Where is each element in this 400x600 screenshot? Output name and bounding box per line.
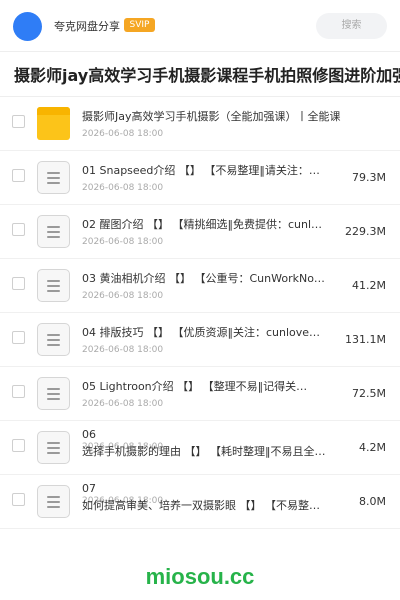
- file-row[interactable]: 05 Lightroon介绍 【】 【整理不易‖记得关… 2026-06-08 …: [0, 367, 400, 421]
- file-name-line-2: 如何提高审美、培养一双摄影眼 【】 【不易整理‖…: [82, 499, 327, 512]
- file-date: 2026-06-08 18:00: [82, 237, 164, 247]
- avatar[interactable]: [13, 12, 42, 41]
- file-name-line-2: 选择手机摄影的理由 【】 【耗时整理‖不易且全免…: [82, 445, 327, 458]
- file-row[interactable]: 01 Snapseed介绍 【】 【不易整理‖请关注：… 2026-06-08 …: [0, 151, 400, 205]
- document-icon: [37, 377, 70, 410]
- svip-badge: SVIP: [124, 18, 155, 32]
- row-checkbox[interactable]: [12, 169, 25, 182]
- document-icon: [37, 323, 70, 356]
- file-row[interactable]: 02 醒图介绍 【】 【精挑细选‖免费提供：cunlo… 2026-06-08 …: [0, 205, 400, 259]
- row-checkbox[interactable]: [12, 439, 25, 452]
- row-checkbox[interactable]: [12, 277, 25, 290]
- file-list: 摄影师Jay高效学习手机摄影（全能加强课）丨全能课 2026-06-08 18:…: [0, 97, 400, 529]
- document-icon: [37, 431, 70, 464]
- file-size: 229.3M: [345, 225, 386, 238]
- row-checkbox[interactable]: [12, 115, 25, 128]
- row-checkbox[interactable]: [12, 331, 25, 344]
- share-title: 摄影师jay高效学习手机摄影课程手机拍照修图进阶加强版教程: [14, 66, 400, 85]
- file-row-folder[interactable]: 摄影师Jay高效学习手机摄影（全能加强课）丨全能课 2026-06-08 18:…: [0, 97, 400, 151]
- document-icon: [37, 215, 70, 248]
- row-checkbox[interactable]: [12, 223, 25, 236]
- file-size: 79.3M: [352, 171, 386, 184]
- file-date: 2026-06-08 18:00: [82, 345, 164, 355]
- file-name: 02 醒图介绍 【】 【精挑细选‖免费提供：cunlo…: [82, 218, 327, 231]
- file-size: 72.5M: [352, 387, 386, 400]
- file-name: 摄影师Jay高效学习手机摄影（全能加强课）丨全能课: [82, 110, 341, 123]
- file-size: 131.1M: [345, 333, 386, 346]
- file-name: 04 排版技巧 【】 【优质资源‖关注：cunlove…: [82, 326, 321, 339]
- file-size: 4.2M: [359, 441, 386, 454]
- file-row[interactable]: 07 2026-06-08 18:00 如何提高审美、培养一双摄影眼 【】 【不…: [0, 475, 400, 529]
- document-icon: [37, 485, 70, 518]
- search-input[interactable]: 搜索: [316, 13, 387, 39]
- file-name: 07: [82, 482, 96, 495]
- file-name: 03 黄油相机介绍 【】 【公重号：CunWorkNo…: [82, 272, 325, 285]
- file-date: 2026-06-08 18:00: [82, 399, 164, 409]
- file-name: 05 Lightroon介绍 【】 【整理不易‖记得关…: [82, 380, 308, 393]
- file-size: 8.0M: [359, 495, 386, 508]
- file-date: 2026-06-08 18:00: [82, 129, 164, 139]
- row-checkbox[interactable]: [12, 385, 25, 398]
- share-title-bar: 摄影师jay高效学习手机摄影课程手机拍照修图进阶加强版教程: [0, 53, 400, 97]
- file-date: 2026-06-08 18:00: [82, 183, 164, 193]
- file-size: 41.2M: [352, 279, 386, 292]
- row-checkbox[interactable]: [12, 493, 25, 506]
- file-name: 06: [82, 428, 96, 441]
- file-row[interactable]: 04 排版技巧 【】 【优质资源‖关注：cunlove… 2026-06-08 …: [0, 313, 400, 367]
- file-row[interactable]: 06 2026-06-08 18:00 选择手机摄影的理由 【】 【耗时整理‖不…: [0, 421, 400, 475]
- document-icon: [37, 269, 70, 302]
- owner-name[interactable]: 夸克网盘分享: [54, 20, 120, 34]
- file-row[interactable]: 03 黄油相机介绍 【】 【公重号：CunWorkNo… 2026-06-08 …: [0, 259, 400, 313]
- folder-icon: [37, 107, 70, 140]
- header: 夸克网盘分享 SVIP 搜索: [0, 0, 400, 52]
- document-icon: [37, 161, 70, 194]
- watermark: miosou.cc: [145, 564, 255, 589]
- file-name: 01 Snapseed介绍 【】 【不易整理‖请关注：…: [82, 164, 320, 177]
- file-date: 2026-06-08 18:00: [82, 291, 164, 301]
